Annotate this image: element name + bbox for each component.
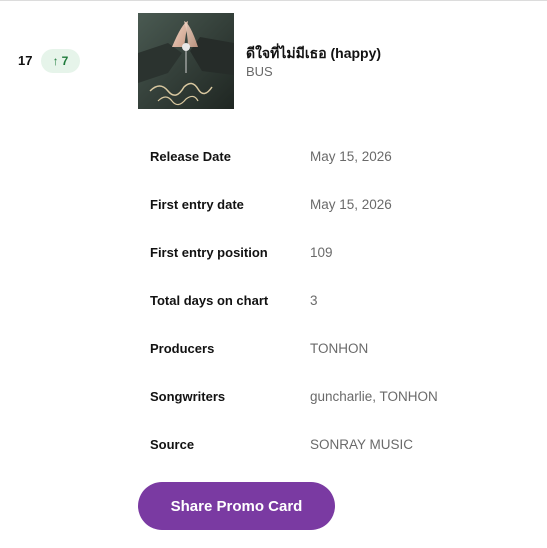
detail-label: First entry position bbox=[150, 244, 268, 260]
detail-label: Source bbox=[150, 436, 195, 452]
detail-value: 3 bbox=[310, 292, 318, 308]
detail-value: May 15, 2026 bbox=[310, 148, 392, 164]
detail-row-source: Source SONRAY MUSIC bbox=[150, 420, 530, 468]
chart-rank: 17 bbox=[18, 53, 33, 68]
detail-row-songwriters: Songwriters guncharlie, TONHON bbox=[150, 372, 530, 420]
detail-row-total-days: Total days on chart 3 bbox=[150, 276, 530, 324]
detail-value: TONHON bbox=[310, 340, 369, 356]
detail-row-first-entry-date: First entry date May 15, 2026 bbox=[150, 180, 530, 228]
arrow-up-icon: ↑ bbox=[52, 54, 59, 68]
detail-value: May 15, 2026 bbox=[310, 196, 392, 212]
track-title[interactable]: ดีใจที่ไม่มีเธอ (happy) bbox=[246, 43, 381, 65]
detail-value: SONRAY MUSIC bbox=[310, 436, 414, 452]
detail-label: Producers bbox=[150, 340, 215, 356]
detail-value: 109 bbox=[310, 244, 333, 260]
detail-row-release-date: Release Date May 15, 2026 bbox=[150, 132, 530, 180]
rank-change-value: 7 bbox=[61, 54, 69, 68]
detail-value: guncharlie, TONHON bbox=[310, 388, 438, 404]
detail-row-first-entry-position: First entry position 109 bbox=[150, 228, 530, 276]
share-promo-card-button[interactable]: Share Promo Card bbox=[138, 482, 335, 530]
rank-change-badge: ↑ 7 bbox=[41, 49, 80, 73]
track-artist[interactable]: BUS bbox=[246, 64, 273, 79]
track-details: Release Date May 15, 2026 First entry da… bbox=[150, 132, 530, 468]
detail-label: Songwriters bbox=[150, 388, 226, 404]
album-cover-art bbox=[138, 13, 234, 109]
detail-label: First entry date bbox=[150, 196, 244, 212]
top-divider bbox=[0, 0, 547, 1]
detail-label: Release Date bbox=[150, 148, 231, 164]
detail-label: Total days on chart bbox=[150, 292, 269, 308]
album-cover[interactable] bbox=[138, 13, 234, 109]
detail-row-producers: Producers TONHON bbox=[150, 324, 530, 372]
